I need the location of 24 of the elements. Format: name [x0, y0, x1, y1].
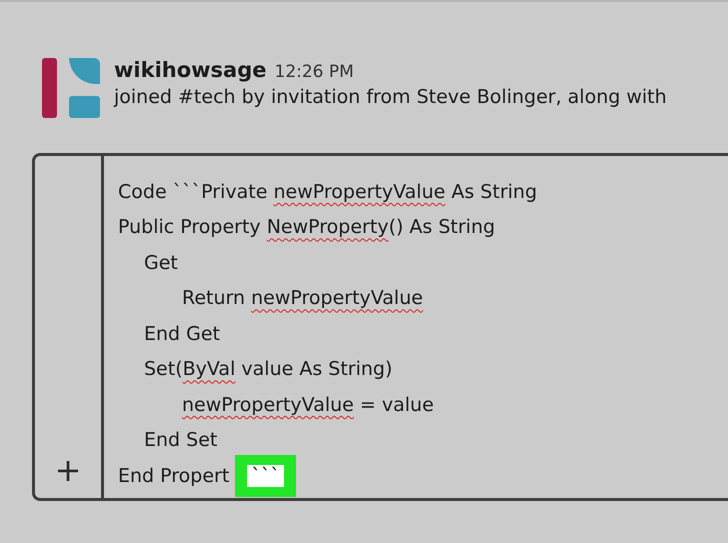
- code-text: value As String): [240, 358, 392, 380]
- avatar-icon: [42, 58, 100, 118]
- misspelled-word: ByVal: [182, 358, 236, 380]
- code-text: Get: [144, 252, 178, 274]
- code-text: Code ```Private: [118, 180, 268, 203]
- code-text: End Propert: [118, 464, 230, 487]
- add-button[interactable]: +: [54, 454, 82, 486]
- message-input[interactable]: + Code ```Private newPropertyValue As String Public Property NewProperty() As String Get Return newPropertyValue End Get Set(ByVal value As String) newPropertyValue = value End Set End Propert ```: [32, 153, 728, 501]
- misspelled-word: newPropertyValue: [273, 180, 446, 203]
- misspelled-word: NewProperty: [266, 216, 389, 238]
- code-text: As String: [450, 180, 538, 203]
- author-name[interactable]: wikihowsage: [114, 58, 266, 82]
- highlight-box: ```: [235, 454, 296, 497]
- code-text: Public Property: [118, 216, 262, 238]
- misspelled-word: newPropertyValue: [251, 287, 423, 310]
- message-time: 12:26 PM: [274, 62, 354, 82]
- code-text: () As String: [388, 216, 496, 238]
- code-text: Set(: [144, 358, 183, 380]
- misspelled-word: newPropertyValue: [182, 394, 354, 416]
- code-text: = value: [358, 394, 434, 416]
- code-text: Return: [182, 287, 246, 310]
- code-text: End Get: [144, 322, 220, 345]
- message-text: joined #tech by invitation from Steve Bolinger, along with: [114, 86, 667, 108]
- code-text: End Set: [144, 429, 218, 452]
